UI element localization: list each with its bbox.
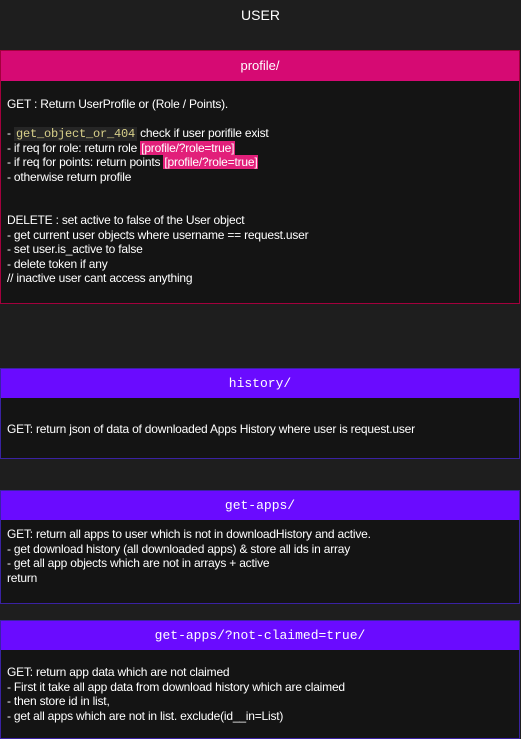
profile-endpoint-header: profile/ <box>1 51 519 81</box>
profile-endpoint-body: GET : Return UserProfile or (Role / Poin… <box>1 81 519 286</box>
get-apps-endpoint-card: get-apps/ GET: return all apps to user w… <box>0 490 520 604</box>
not-claimed-endpoint-body: GET: return app data which are not claim… <box>1 650 519 723</box>
get-apps-line: return <box>7 570 38 585</box>
profile-endpoint-card: profile/ GET : Return UserProfile or (Ro… <box>0 50 520 304</box>
not-claimed-line: - First it take all app data from downlo… <box>7 679 345 694</box>
history-endpoint-header: history/ <box>1 369 519 398</box>
profile-delete-step: - set user.is_active to false <box>7 242 143 256</box>
profile-delete-step: - delete token if any <box>7 256 108 271</box>
code-snippet: get_object_or_404 <box>13 127 137 141</box>
profile-delete-line: DELETE : set active to false of the User… <box>7 213 245 227</box>
profile-check-line: - get_object_or_404 check if user porifi… <box>7 126 269 141</box>
history-endpoint-card: history/ GET: return json of data of dow… <box>0 368 520 459</box>
get-apps-endpoint-body: GET: return all apps to user which is no… <box>1 520 519 585</box>
get-apps-endpoint-header: get-apps/ <box>1 491 519 520</box>
not-claimed-line: GET: return app data which are not claim… <box>7 665 230 679</box>
profile-delete-step: // inactive user cant access anything <box>7 271 193 285</box>
page-title: USER <box>241 7 280 23</box>
diagram-page: USER profile/ GET : Return UserProfile o… <box>0 0 521 739</box>
not-claimed-endpoint-header: get-apps/?not-claimed=true/ <box>1 621 519 650</box>
profile-otherwise-line: - otherwise return profile <box>7 169 132 184</box>
history-line: GET: return json of data of downloaded A… <box>7 422 415 436</box>
points-url-highlight: [profile/?role=true] <box>163 155 259 169</box>
get-apps-line: - get all app objects which are not in a… <box>7 556 270 570</box>
profile-delete-step: - get current user objects where usernam… <box>7 227 309 242</box>
not-claimed-endpoint-card: get-apps/?not-claimed=true/ GET: return … <box>0 620 520 739</box>
get-apps-line: - get download history (all downloaded a… <box>7 541 351 556</box>
profile-get-line: GET : Return UserProfile or (Role / Poin… <box>7 97 229 111</box>
profile-role-line: - if req for role: return role [profile/… <box>7 140 513 156</box>
not-claimed-line: - then store id in list, <box>7 694 110 708</box>
profile-role-text: - if req for role: return role <box>7 140 141 155</box>
get-apps-line: GET: return all apps to user which is no… <box>7 527 371 541</box>
profile-check-text: check if user porifile exist <box>136 126 269 140</box>
profile-points-text: - if req for points: return points <box>7 155 164 169</box>
role-url-highlight: [profile/?role=true] <box>140 140 236 155</box>
history-endpoint-body: GET: return json of data of downloaded A… <box>1 398 519 437</box>
profile-points-line: - if req for points: return points [prof… <box>7 155 513 170</box>
not-claimed-line: - get all apps which are not in list. ex… <box>7 708 284 723</box>
